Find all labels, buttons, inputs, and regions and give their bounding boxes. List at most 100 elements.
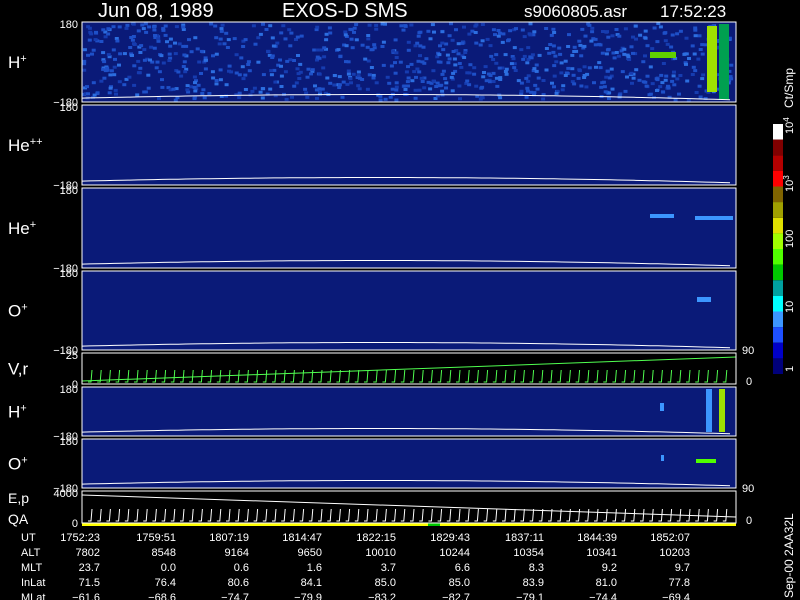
count-cell bbox=[410, 79, 415, 83]
count-cell bbox=[544, 47, 549, 50]
count-cell bbox=[211, 54, 215, 58]
count-cell bbox=[440, 72, 445, 76]
count-cell bbox=[136, 29, 141, 33]
count-cell bbox=[127, 75, 132, 79]
count-cell bbox=[394, 81, 399, 85]
count-cell bbox=[484, 79, 489, 83]
count-cell bbox=[497, 31, 502, 35]
count-cell bbox=[168, 44, 173, 48]
orbit-table: UT 1752:23 1759:51 1807:19 1814:47 1822:15 182… bbox=[21, 532, 690, 600]
count-cell bbox=[394, 98, 399, 102]
count-cell bbox=[211, 76, 216, 80]
y-tick-top: 180 bbox=[60, 384, 78, 396]
count-cell bbox=[590, 26, 595, 30]
count-cell bbox=[481, 75, 486, 79]
count-cell bbox=[309, 72, 313, 76]
count-cell bbox=[159, 54, 164, 58]
count-cell bbox=[131, 35, 136, 38]
count-cell bbox=[122, 52, 127, 56]
table-cell: 10010 bbox=[365, 547, 396, 559]
count-cell bbox=[218, 68, 223, 72]
count-cell bbox=[275, 41, 280, 45]
count-cell bbox=[378, 98, 383, 102]
panel-3: 180−180He+ bbox=[8, 185, 737, 275]
count-cell bbox=[204, 58, 208, 62]
count-cell bbox=[719, 24, 729, 100]
count-cell bbox=[530, 53, 535, 57]
count-cell bbox=[504, 72, 509, 76]
count-cell bbox=[241, 77, 246, 81]
count-cell bbox=[629, 45, 634, 49]
panel-label: O+ bbox=[8, 302, 28, 321]
count-cell bbox=[551, 50, 556, 54]
count-cell bbox=[322, 46, 327, 50]
right-tick-bottom: 0 bbox=[746, 376, 752, 388]
count-cell bbox=[181, 65, 186, 68]
count-cell bbox=[696, 57, 701, 61]
table-cell: 1837:11 bbox=[505, 532, 544, 544]
table-cell: 7802 bbox=[76, 547, 100, 559]
count-cell bbox=[693, 26, 698, 30]
count-cell bbox=[218, 78, 223, 82]
count-cell bbox=[322, 55, 327, 59]
count-cell bbox=[87, 38, 92, 42]
count-cell bbox=[693, 34, 698, 38]
count-cell bbox=[418, 54, 422, 58]
panel-8: 4000 0 E,p QA 90 0 bbox=[8, 483, 754, 530]
count-cell bbox=[549, 33, 554, 37]
count-cell bbox=[337, 86, 342, 89]
count-cell bbox=[433, 97, 438, 100]
count-cell bbox=[161, 28, 166, 32]
table-cell: 1759:51 bbox=[136, 532, 176, 544]
colorbar-segment bbox=[773, 358, 783, 375]
table-cell: −82.7 bbox=[442, 592, 470, 600]
count-cell bbox=[160, 85, 165, 89]
count-cell bbox=[578, 43, 583, 47]
count-cell bbox=[86, 92, 90, 96]
count-cell bbox=[356, 84, 361, 88]
count-cell bbox=[130, 38, 135, 42]
count-cell bbox=[438, 60, 443, 64]
count-cell bbox=[414, 75, 418, 79]
count-cell bbox=[644, 84, 649, 88]
count-cell bbox=[600, 51, 605, 55]
count-cell bbox=[658, 25, 663, 29]
colorbar-segment bbox=[773, 124, 783, 140]
count-cell bbox=[478, 97, 483, 101]
count-cell bbox=[220, 23, 225, 27]
count-cell bbox=[183, 70, 188, 74]
count-cell bbox=[167, 52, 172, 56]
count-cell bbox=[506, 39, 510, 43]
panel-background bbox=[82, 188, 736, 268]
count-cell bbox=[389, 64, 394, 68]
panel-label: V,r bbox=[8, 360, 29, 379]
count-cell bbox=[138, 66, 143, 70]
count-cell bbox=[465, 71, 470, 75]
count-cell bbox=[193, 36, 198, 40]
count-cell bbox=[446, 61, 451, 65]
count-cell bbox=[491, 28, 496, 32]
count-cell bbox=[398, 60, 403, 64]
count-cell bbox=[706, 389, 712, 432]
colorbar-segment bbox=[773, 217, 783, 234]
count-cell bbox=[485, 37, 490, 41]
count-cell bbox=[449, 22, 453, 26]
count-cell bbox=[620, 70, 625, 74]
count-cell bbox=[650, 214, 674, 218]
count-cell bbox=[678, 74, 683, 77]
count-cell bbox=[415, 41, 420, 45]
count-cell bbox=[661, 90, 666, 94]
count-cell bbox=[638, 33, 643, 37]
count-cell bbox=[655, 89, 659, 92]
count-cell bbox=[112, 65, 117, 69]
count-cell bbox=[459, 65, 464, 69]
count-cell bbox=[86, 53, 90, 57]
count-cell bbox=[218, 37, 223, 41]
count-cell bbox=[447, 57, 452, 61]
count-cell bbox=[607, 76, 612, 80]
count-cell bbox=[571, 73, 576, 77]
count-cell bbox=[153, 34, 157, 37]
count-cell bbox=[207, 92, 212, 95]
count-cell bbox=[650, 52, 676, 58]
right-tick-top: 90 bbox=[742, 483, 754, 495]
